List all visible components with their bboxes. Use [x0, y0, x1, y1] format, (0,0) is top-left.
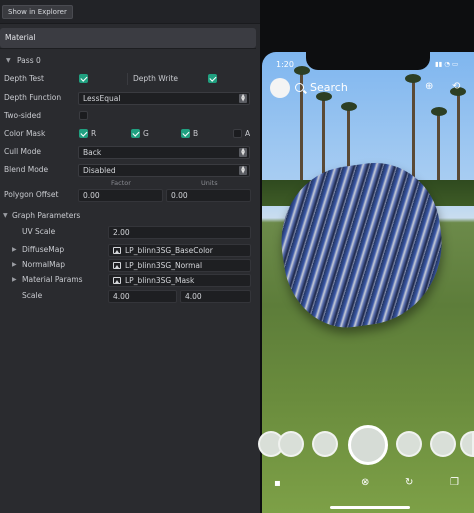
phone-notch	[306, 46, 430, 70]
lens-thumbnail[interactable]	[396, 431, 422, 457]
inspector-toolbar: Show in Explorer	[0, 0, 260, 24]
material-params-value: LP_blinn3SG_Mask	[125, 275, 195, 285]
material-params-field[interactable]: LP_blinn3SG_Mask	[108, 273, 251, 287]
palm-tree-crown	[405, 74, 421, 83]
diffuse-map-label: DiffuseMap	[22, 245, 65, 254]
blend-mode-row: Blend Mode Disabled ▲ ▼	[0, 163, 256, 177]
mask-b-label: B	[193, 129, 199, 138]
select-arrows-icon: ▲ ▼	[239, 165, 247, 175]
search-label[interactable]: Search	[310, 81, 348, 94]
flip-camera-icon[interactable]: ⟲	[452, 81, 460, 92]
blend-mode-label: Blend Mode	[4, 165, 49, 174]
graph-parameters-label: Graph Parameters	[12, 211, 81, 220]
collapse-triangle-icon[interactable]: ▼	[6, 54, 11, 68]
graph-parameters-row[interactable]: ▼ Graph Parameters	[0, 209, 256, 223]
color-mask-label: Color Mask	[4, 129, 46, 138]
depth-write-checkbox[interactable]	[208, 74, 217, 83]
cull-mode-row: Cull Mode Back ▲ ▼	[0, 145, 256, 159]
mask-r-label: R	[91, 129, 97, 138]
two-sided-row: Two-sided	[0, 109, 256, 123]
diffuse-map-row: ▶ DiffuseMap LP_blinn3SG_BaseColor	[0, 243, 256, 257]
pass-label: Pass 0	[17, 56, 41, 65]
depth-function-select[interactable]: LessEqual ▲ ▼	[78, 91, 250, 105]
palm-tree-trunk	[457, 92, 460, 192]
units-caption: Units	[201, 179, 218, 187]
stories-icon[interactable]: ❐	[450, 477, 459, 488]
two-sided-checkbox[interactable]	[79, 111, 88, 120]
lens-thumbnail[interactable]	[430, 431, 456, 457]
cull-mode-select[interactable]: Back ▲ ▼	[78, 145, 250, 159]
cull-mode-value: Back	[83, 147, 102, 157]
material-section-header[interactable]: Material	[0, 28, 256, 48]
scale-row: Scale 4.00 4.00	[0, 289, 256, 303]
polygon-units-field[interactable]: 0.00	[166, 188, 251, 202]
depth-test-row: Depth Test Depth Write	[0, 72, 256, 86]
status-icons: ▮▮ ◔ ▭	[435, 60, 459, 68]
scale-y-field[interactable]: 4.00	[180, 289, 251, 303]
blend-mode-value: Disabled	[83, 165, 116, 175]
mask-r-checkbox[interactable]	[79, 129, 88, 138]
polygon-offset-row: Polygon Offset 0.00 0.00	[0, 188, 256, 202]
depth-function-value: LessEqual	[83, 93, 121, 103]
mask-g-checkbox[interactable]	[131, 129, 140, 138]
add-friend-icon[interactable]: ⊕	[425, 81, 433, 92]
two-sided-label: Two-sided	[4, 111, 42, 120]
depth-test-checkbox[interactable]	[79, 74, 88, 83]
texture-image-icon	[113, 276, 121, 284]
color-mask-row: Color Mask R G B A	[0, 127, 256, 141]
lens-thumbnail[interactable]	[278, 431, 304, 457]
scale-x-field[interactable]: 4.00	[108, 289, 177, 303]
depth-write-label: Depth Write	[133, 74, 179, 83]
cull-mode-label: Cull Mode	[4, 147, 41, 156]
diffuse-map-field[interactable]: LP_blinn3SG_BaseColor	[108, 243, 251, 257]
normal-map-field[interactable]: LP_blinn3SG_Normal	[108, 258, 251, 272]
blend-mode-select[interactable]: Disabled ▲ ▼	[78, 163, 250, 177]
pass-row[interactable]: ▼ Pass 0	[0, 54, 256, 68]
texture-image-icon	[113, 246, 121, 254]
memories-icon[interactable]: ▪	[274, 478, 281, 489]
expand-triangle-icon[interactable]: ▶	[12, 273, 17, 287]
texture-image-icon	[113, 261, 121, 269]
close-lens-icon[interactable]: ⊗	[361, 477, 369, 488]
expand-triangle-icon[interactable]: ▶	[12, 258, 17, 272]
depth-function-label: Depth Function	[4, 93, 62, 102]
mask-a-label: A	[245, 129, 251, 138]
mask-g-label: G	[143, 129, 149, 138]
palm-tree-trunk	[412, 80, 415, 190]
status-time: 1:20	[276, 60, 294, 69]
uv-scale-field[interactable]: 2.00	[108, 225, 251, 239]
select-arrows-icon: ▲ ▼	[239, 93, 247, 103]
expand-triangle-icon[interactable]: ▶	[12, 243, 17, 257]
palm-tree-crown	[341, 102, 357, 111]
uv-scale-label: UV Scale	[22, 227, 56, 236]
scale-label: Scale	[22, 291, 43, 300]
capture-button[interactable]	[348, 425, 388, 465]
factor-caption: Factor	[111, 179, 131, 187]
material-params-row: ▶ Material Params LP_blinn3SG_Mask	[0, 273, 256, 287]
select-arrows-icon: ▲ ▼	[239, 147, 247, 157]
show-in-explorer-button[interactable]: Show in Explorer	[2, 5, 73, 19]
normal-map-label: NormalMap	[22, 260, 65, 269]
diffuse-map-value: LP_blinn3SG_BaseColor	[125, 245, 213, 255]
normal-map-value: LP_blinn3SG_Normal	[125, 260, 203, 270]
header-divider	[0, 48, 256, 49]
normal-map-row: ▶ NormalMap LP_blinn3SG_Normal	[0, 258, 256, 272]
search-icon[interactable]	[295, 83, 304, 92]
collapse-triangle-icon[interactable]: ▼	[3, 209, 8, 223]
depth-test-label: Depth Test	[4, 74, 44, 83]
material-params-label: Material Params	[22, 275, 83, 284]
home-indicator	[330, 506, 410, 509]
uv-scale-row: UV Scale 2.00	[0, 225, 256, 239]
lens-thumbnail[interactable]	[312, 431, 338, 457]
mask-a-checkbox[interactable]	[233, 129, 242, 138]
palm-tree-crown	[431, 107, 447, 116]
lens-explore-icon[interactable]: ↻	[405, 477, 413, 488]
separator	[127, 73, 128, 85]
avatar[interactable]	[270, 78, 290, 98]
polygon-factor-field[interactable]: 0.00	[78, 188, 163, 202]
mask-b-checkbox[interactable]	[181, 129, 190, 138]
depth-function-row: Depth Function LessEqual ▲ ▼	[0, 91, 256, 105]
palm-tree-crown	[294, 66, 310, 75]
polygon-offset-label: Polygon Offset	[4, 190, 59, 199]
